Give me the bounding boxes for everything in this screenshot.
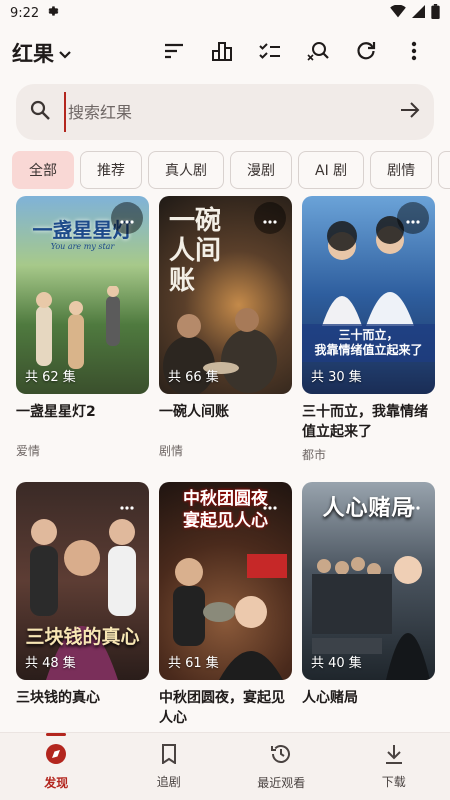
drama-card[interactable]: 人心赌局 共 40 集 人心赌局 bbox=[302, 482, 435, 708]
poster-title: 三块钱的真心 bbox=[25, 626, 140, 648]
drama-genre: 都市 bbox=[302, 448, 327, 462]
episode-count: 共 48 集 bbox=[25, 656, 76, 671]
drama-title: 中秋团圆夜，宴起见人心 bbox=[159, 690, 285, 726]
chip-overflow[interactable] bbox=[438, 151, 450, 189]
nav-following[interactable]: 追剧 bbox=[113, 733, 226, 800]
bottom-navigation: 发现 追剧 最近观看 下载 bbox=[0, 732, 450, 800]
more-horizontal-icon bbox=[120, 209, 134, 228]
more-horizontal-icon bbox=[120, 495, 134, 514]
battery-icon bbox=[431, 3, 440, 23]
card-more-button[interactable] bbox=[397, 202, 429, 234]
drama-title: 人心赌局 bbox=[302, 690, 358, 706]
app-title: 红果 bbox=[12, 42, 54, 66]
card-more-button[interactable] bbox=[397, 488, 429, 520]
multi-select-button[interactable] bbox=[246, 30, 294, 76]
more-horizontal-icon bbox=[263, 209, 277, 228]
search-input[interactable] bbox=[64, 92, 400, 132]
card-more-button[interactable] bbox=[254, 488, 286, 520]
chip-all[interactable]: 全部 bbox=[12, 151, 74, 189]
category-chips: 全部 推荐 真人剧 漫剧 AI 剧 剧情 bbox=[12, 151, 450, 189]
nav-label: 发现 bbox=[44, 775, 69, 790]
search-clear-button[interactable] bbox=[294, 30, 342, 76]
chip-ai[interactable]: AI 剧 bbox=[298, 151, 365, 189]
sort-icon bbox=[164, 43, 184, 63]
sort-button[interactable] bbox=[150, 30, 198, 76]
drama-title: 一盏星星灯2 bbox=[16, 404, 96, 420]
drama-genre: 爱情 bbox=[16, 444, 41, 458]
episode-count: 共 62 集 bbox=[25, 370, 76, 385]
app-title-dropdown[interactable]: 红果 bbox=[12, 38, 72, 68]
more-horizontal-icon bbox=[263, 495, 277, 514]
nav-recent[interactable]: 最近观看 bbox=[225, 733, 338, 800]
drama-cover[interactable]: 一盏星星灯 You are my star 共 62 集 bbox=[16, 196, 149, 394]
app-bar: 红果 bbox=[0, 30, 450, 76]
bookmark-icon bbox=[161, 743, 177, 767]
more-options-button[interactable] bbox=[390, 30, 438, 76]
search-off-icon bbox=[307, 40, 329, 66]
ranking-icon bbox=[211, 41, 233, 65]
refresh-button[interactable] bbox=[342, 30, 390, 76]
ranking-button[interactable] bbox=[198, 30, 246, 76]
more-horizontal-icon bbox=[406, 495, 420, 514]
poster-title: 一碗人间账 bbox=[169, 206, 222, 296]
drama-cover[interactable]: 三十而立， 我靠情绪值立起来了 共 30 集 bbox=[302, 196, 435, 394]
more-vertical-icon bbox=[411, 41, 417, 65]
drama-title: 三块钱的真心 bbox=[16, 690, 100, 706]
nav-discover[interactable]: 发现 bbox=[0, 733, 113, 800]
status-time: 9:22 bbox=[10, 5, 40, 21]
search-icon bbox=[30, 100, 50, 124]
drama-title: 三十而立，我靠情绪值立起来了 bbox=[302, 404, 428, 440]
more-horizontal-icon bbox=[406, 209, 420, 228]
wifi-icon bbox=[390, 4, 406, 22]
chevron-down-icon bbox=[58, 41, 72, 65]
drama-card[interactable]: 中秋团圆夜 宴起见人心 共 61 集 中秋团圆夜，宴起见人心 bbox=[159, 482, 292, 728]
drama-card[interactable]: 一碗人间账 共 66 集 一碗人间账 剧情 bbox=[159, 196, 292, 459]
drama-card[interactable]: 三十而立， 我靠情绪值立起来了 共 30 集 三十而立，我靠情绪值立起来了 都市 bbox=[302, 196, 435, 463]
status-bar: 9:22 bbox=[0, 0, 450, 26]
history-icon bbox=[270, 743, 292, 768]
drama-grid: 一盏星星灯 You are my star 共 62 集 一盏星星灯2 爱情 一… bbox=[16, 196, 436, 732]
compass-icon bbox=[45, 743, 67, 768]
drama-cover[interactable]: 三块钱的真心 共 48 集 bbox=[16, 482, 149, 680]
card-more-button[interactable] bbox=[111, 488, 143, 520]
nav-label: 追剧 bbox=[156, 774, 181, 789]
episode-count: 共 61 集 bbox=[168, 656, 219, 671]
checklist-icon bbox=[259, 42, 281, 64]
drama-cover[interactable]: 人心赌局 共 40 集 bbox=[302, 482, 435, 680]
drama-title: 一碗人间账 bbox=[159, 404, 229, 420]
refresh-icon bbox=[356, 41, 376, 65]
episode-count: 共 30 集 bbox=[311, 370, 362, 385]
drama-cover[interactable]: 中秋团圆夜 宴起见人心 共 61 集 bbox=[159, 482, 292, 680]
chip-drama[interactable]: 剧情 bbox=[370, 151, 433, 189]
drama-cover[interactable]: 一碗人间账 共 66 集 bbox=[159, 196, 292, 394]
poster-subtitle: You are my star bbox=[50, 242, 115, 251]
nav-label: 最近观看 bbox=[257, 775, 306, 790]
drama-card[interactable]: 一盏星星灯 You are my star 共 62 集 一盏星星灯2 爱情 bbox=[16, 196, 149, 459]
search-submit-arrow-icon[interactable] bbox=[400, 101, 420, 123]
card-more-button[interactable] bbox=[111, 202, 143, 234]
nav-download[interactable]: 下载 bbox=[338, 733, 450, 800]
card-more-button[interactable] bbox=[254, 202, 286, 234]
chip-recommended[interactable]: 推荐 bbox=[80, 151, 142, 189]
signal-icon bbox=[412, 4, 425, 22]
chip-comic[interactable]: 漫剧 bbox=[230, 151, 292, 189]
episode-count: 共 40 集 bbox=[311, 656, 362, 671]
search-bar bbox=[16, 84, 434, 140]
download-icon bbox=[385, 744, 403, 767]
episode-count: 共 66 集 bbox=[168, 370, 219, 385]
nav-label: 下载 bbox=[381, 774, 406, 789]
drama-genre: 剧情 bbox=[159, 444, 184, 458]
settings-gear-icon bbox=[45, 4, 59, 22]
poster-title: 三十而立， 我靠情绪值立起来了 bbox=[302, 324, 435, 362]
drama-card[interactable]: 三块钱的真心 共 48 集 三块钱的真心 bbox=[16, 482, 149, 708]
chip-live-action[interactable]: 真人剧 bbox=[148, 151, 224, 189]
